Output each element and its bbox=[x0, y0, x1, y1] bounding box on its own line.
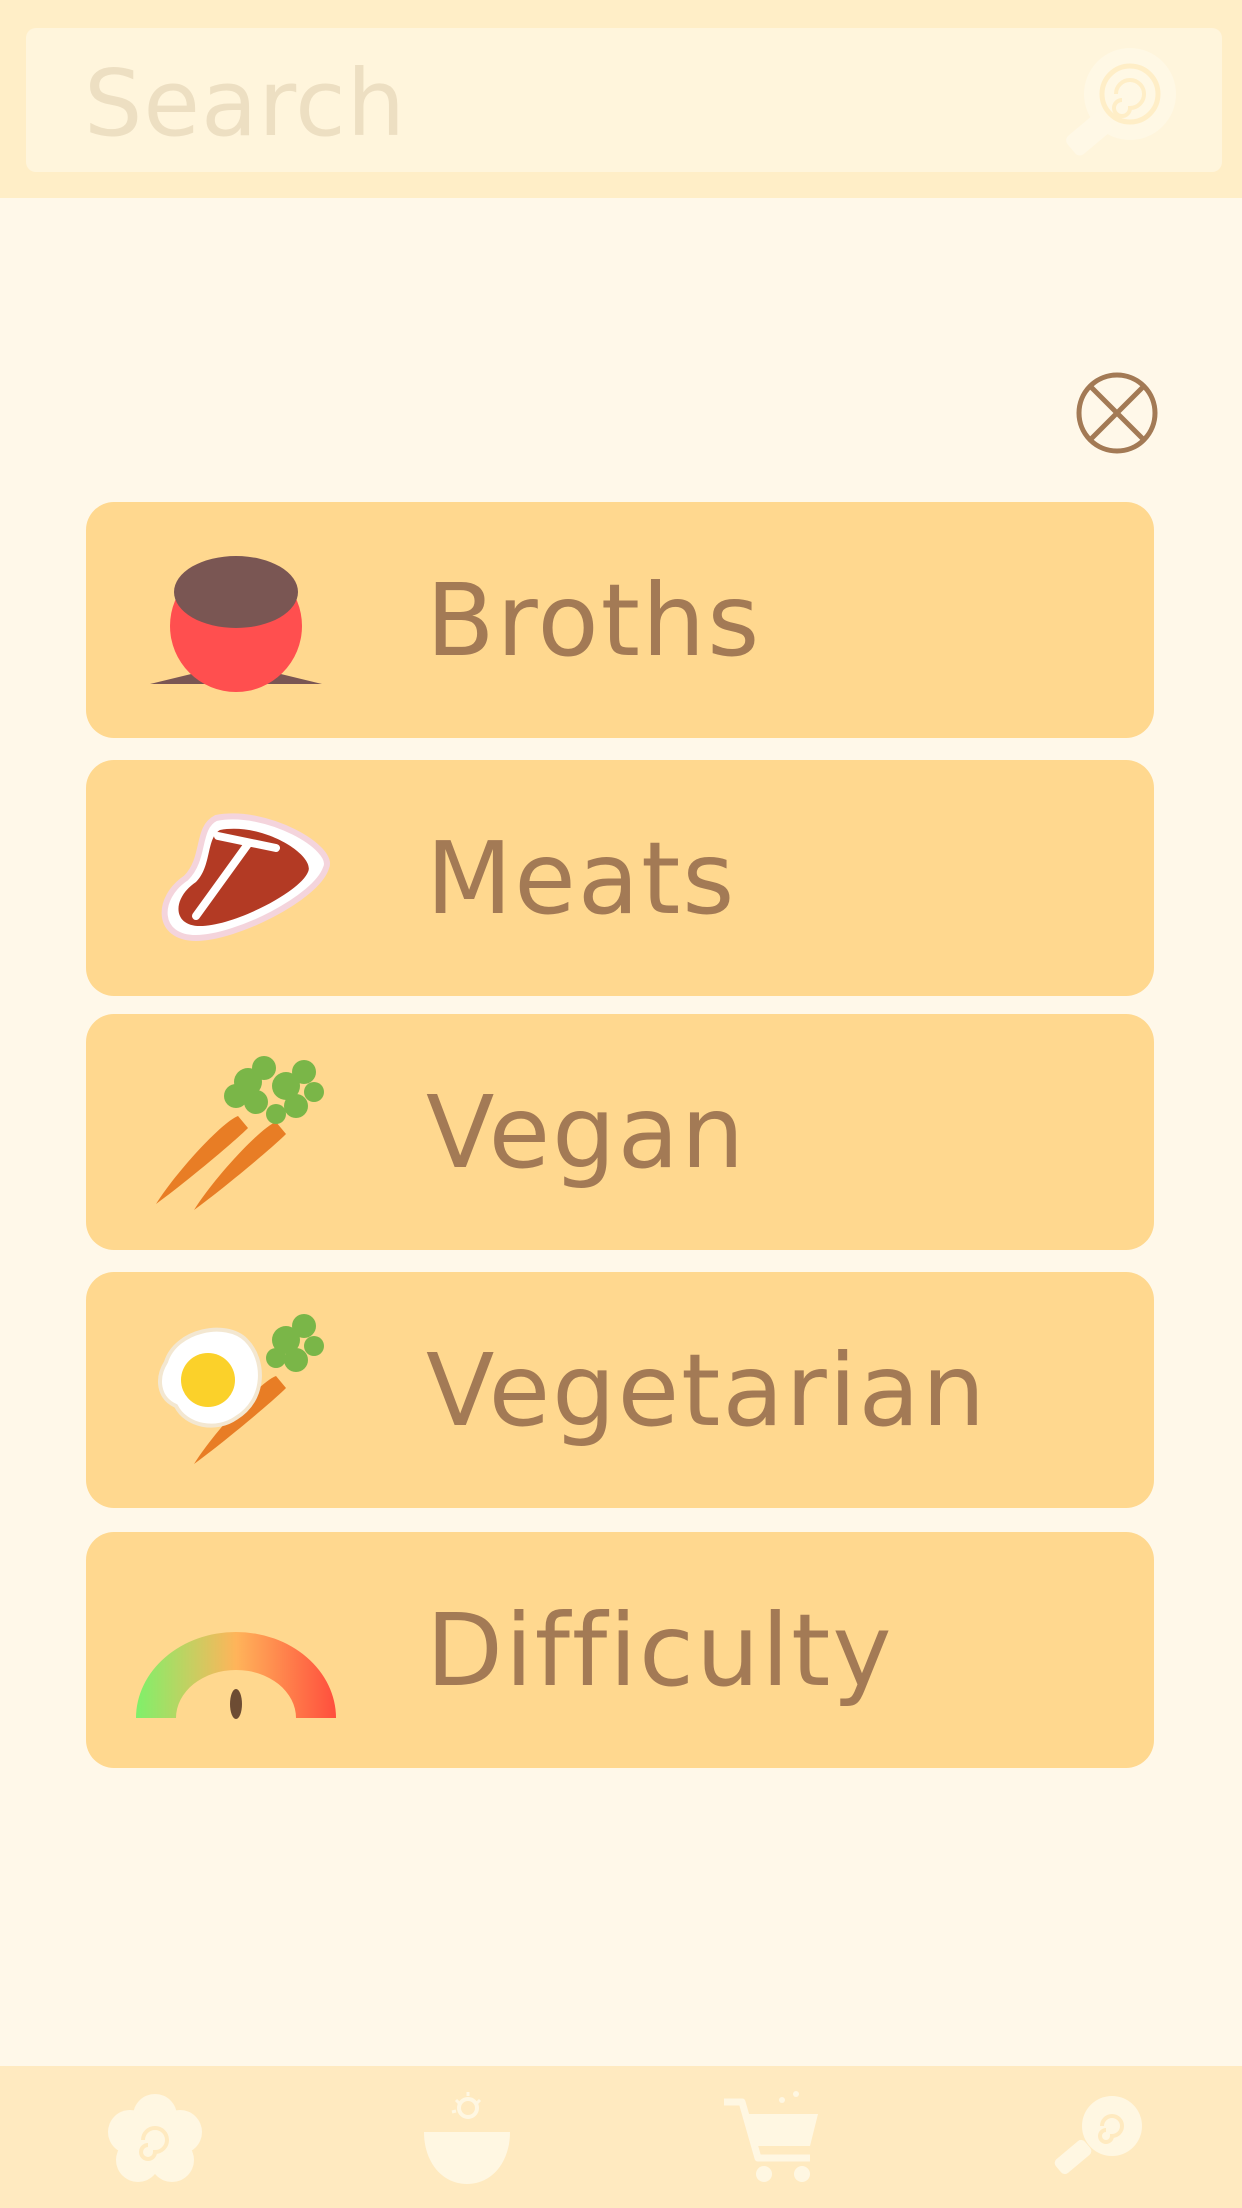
bottom-tab-bar bbox=[0, 2066, 1242, 2208]
category-card-meats[interactable]: Meats bbox=[86, 760, 1154, 996]
category-card-vegan[interactable]: Vegan bbox=[86, 1014, 1154, 1250]
category-label: Vegetarian bbox=[426, 1331, 988, 1449]
gauge-icon bbox=[136, 1632, 336, 1719]
category-label: Meats bbox=[426, 819, 737, 937]
close-icon[interactable] bbox=[1074, 370, 1160, 456]
bowl-icon[interactable] bbox=[412, 2088, 522, 2188]
category-card-vegetarian[interactable]: Vegetarian bbox=[86, 1272, 1154, 1508]
category-label: Difficulty bbox=[426, 1591, 894, 1709]
search-placeholder[interactable]: Search bbox=[84, 58, 406, 150]
egg-carrot-icon bbox=[158, 1314, 324, 1464]
category-card-broths[interactable]: Broths bbox=[86, 502, 1154, 738]
broth-pot-icon bbox=[150, 556, 322, 692]
flower-swirl-icon[interactable] bbox=[100, 2088, 210, 2188]
category-card-difficulty[interactable]: Difficulty bbox=[86, 1532, 1154, 1768]
search-icon[interactable] bbox=[1046, 2088, 1156, 2188]
search-bar: Search bbox=[0, 0, 1242, 198]
steak-icon bbox=[161, 813, 330, 942]
carrots-icon bbox=[156, 1056, 324, 1210]
search-field[interactable]: Search bbox=[26, 28, 1222, 172]
category-label: Vegan bbox=[426, 1073, 747, 1191]
cart-icon[interactable] bbox=[718, 2088, 828, 2188]
category-label: Broths bbox=[426, 561, 762, 679]
search-icon[interactable] bbox=[1056, 40, 1186, 170]
